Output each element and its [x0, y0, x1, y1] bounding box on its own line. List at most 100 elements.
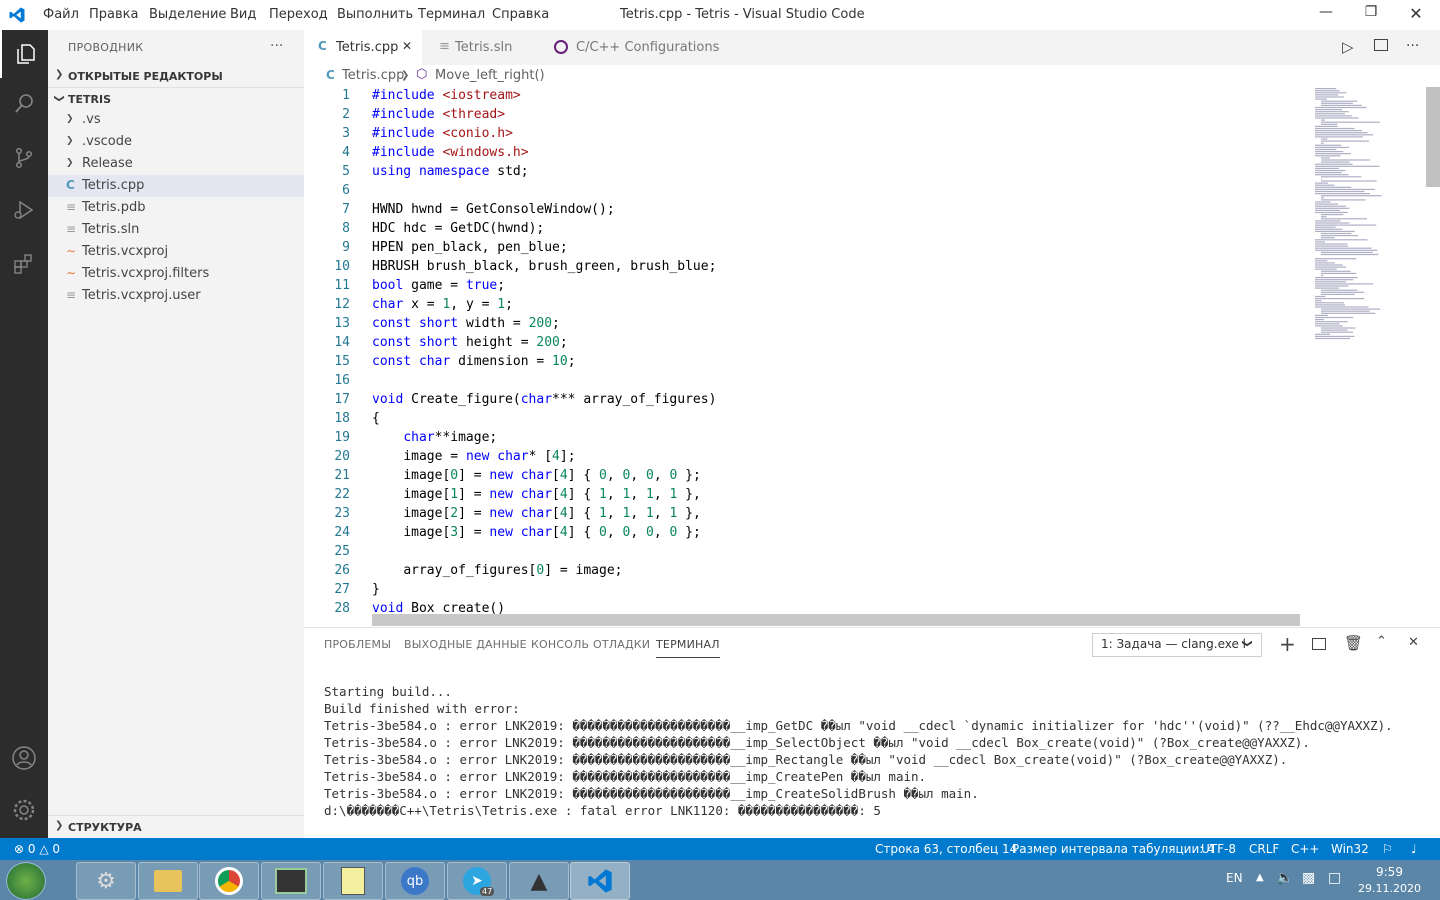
project-section[interactable]: ❯ TETRIS [48, 88, 304, 110]
code-line[interactable]: HPEN pen_black, pen_blue; [372, 240, 568, 255]
start-button[interactable] [6, 862, 46, 900]
minimize-button[interactable]: — [1306, 4, 1346, 26]
code-line[interactable]: HDC hdc = GetDC(hwnd); [372, 221, 544, 236]
source-control-button[interactable] [0, 134, 48, 182]
taskbar-settings[interactable]: ⚙ [76, 862, 136, 900]
tree-item-vscode[interactable]: ❯ .vscode [48, 131, 304, 153]
code-line[interactable]: #include <iostream> [372, 88, 521, 103]
menu-selection[interactable]: Выделение [149, 7, 226, 22]
code-line[interactable]: image[2] = new char[4] { 1, 1, 1, 1 }, [372, 506, 700, 521]
feedback-icon[interactable]: ⚐ [1382, 842, 1393, 856]
outline-section[interactable]: ❯ СТРУКТУРА [48, 816, 304, 838]
action-center-icon[interactable]: □ [1328, 870, 1341, 886]
code-line[interactable]: using namespace std; [372, 164, 529, 179]
run-debug-button[interactable] [0, 186, 48, 234]
restore-button[interactable]: ❐ [1351, 4, 1391, 26]
menu-go[interactable]: Переход [269, 7, 328, 22]
tree-item-tetris-sln[interactable]: ≡ Tetris.sln [48, 219, 304, 241]
minimap-slider[interactable] [1426, 87, 1440, 187]
platform[interactable]: Win32 [1331, 842, 1369, 856]
menu-edit[interactable]: Правка [89, 7, 138, 22]
taskbar-qbittorrent[interactable]: qb [385, 862, 445, 900]
new-terminal-icon[interactable]: + [1279, 632, 1296, 656]
close-icon[interactable]: ✕ [402, 39, 412, 53]
extensions-button[interactable] [0, 240, 48, 288]
taskbar-chrome[interactable] [199, 862, 259, 900]
language-mode[interactable]: C++ [1291, 842, 1320, 856]
tree-item-tetris-pdb[interactable]: ≡ Tetris.pdb [48, 197, 304, 219]
code-line[interactable]: const short height = 200; [372, 335, 568, 350]
network-icon[interactable]: ▩ [1302, 870, 1315, 886]
breadcrumb-file[interactable]: Tetris.cpp [342, 68, 404, 83]
panel-tab-terminal[interactable]: ТЕРМИНАЛ [656, 638, 720, 658]
cursor-position[interactable]: Строка 63, столбец 14 [875, 842, 1017, 856]
code-line[interactable]: image[1] = new char[4] { 1, 1, 1, 1 }, [372, 487, 700, 502]
clock-date[interactable]: 29.11.2020 [1358, 882, 1421, 895]
problems-indicator[interactable]: ⊗ 0 △ 0 [14, 842, 60, 856]
input-language[interactable]: EN [1226, 871, 1243, 885]
code-line[interactable]: const short width = 200; [372, 316, 560, 331]
tab-cpp-configurations[interactable]: C/C++ Configurations [540, 30, 731, 65]
tree-item-tetris-vcxproj-filters[interactable]: ∼ Tetris.vcxproj.filters [48, 263, 304, 285]
tab-tetris-cpp[interactable]: C Tetris.cpp ✕ [304, 30, 423, 65]
taskbar-vscode[interactable] [570, 862, 630, 900]
encoding[interactable]: UTF-8 [1201, 842, 1236, 856]
clock-time[interactable]: 9:59 [1376, 865, 1403, 879]
tree-item-release[interactable]: ❯ Release [48, 153, 304, 175]
code-line[interactable]: { [372, 411, 380, 426]
code-line[interactable]: HWND hwnd = GetConsoleWindow(); [372, 202, 615, 217]
more-actions-button[interactable]: ··· [270, 38, 283, 54]
close-panel-icon[interactable]: ✕ [1408, 635, 1419, 650]
code-line[interactable]: array_of_figures[0] = image; [372, 563, 622, 578]
code-line[interactable]: image = new char* [4]; [372, 449, 575, 464]
code-line[interactable]: void Create_figure(char*** array_of_figu… [372, 392, 716, 407]
code-line[interactable]: HBRUSH brush_black, brush_green, brush_b… [372, 259, 716, 274]
code-line[interactable]: #include <thread> [372, 107, 505, 122]
tray-expand-icon[interactable]: ▲ [1256, 872, 1264, 883]
volume-icon[interactable]: 🔈 [1276, 870, 1293, 886]
taskbar-explorer[interactable] [138, 862, 198, 900]
bell-icon[interactable]: ♩ [1411, 842, 1417, 856]
search-button[interactable] [0, 80, 48, 128]
code-line[interactable]: #include <conio.h> [372, 126, 513, 141]
close-button[interactable]: ✕ [1396, 4, 1436, 26]
panel-tab-output[interactable]: ВЫХОДНЫЕ ДАННЫЕ [404, 638, 527, 651]
tab-size[interactable]: Размер интервала табуляции: 4 [1012, 842, 1215, 856]
taskbar-app[interactable] [261, 862, 321, 900]
code-line[interactable]: image[3] = new char[4] { 0, 0, 0, 0 }; [372, 525, 700, 540]
code-line[interactable]: char x = 1, y = 1; [372, 297, 513, 312]
open-editors-section[interactable]: ❯ ОТКРЫТЫЕ РЕДАКТОРЫ [48, 65, 304, 87]
terminal-select[interactable]: 1: Задача — clang.exe l ❯ [1092, 633, 1262, 657]
more-actions-icon[interactable]: ··· [1406, 38, 1419, 54]
accounts-button[interactable] [0, 734, 48, 782]
tab-tetris-sln[interactable]: ≡ Tetris.sln [423, 30, 540, 65]
code-line[interactable]: bool game = true; [372, 278, 505, 293]
menu-view[interactable]: Вид [230, 7, 256, 22]
menu-run[interactable]: Выполнить [337, 7, 413, 22]
tree-item-tetris-cpp[interactable]: C Tetris.cpp [48, 175, 304, 197]
code-line[interactable]: const char dimension = 10; [372, 354, 576, 369]
code-line[interactable]: #include <windows.h> [372, 145, 529, 160]
run-icon[interactable]: ▷ [1342, 38, 1354, 56]
line-ending[interactable]: CRLF [1249, 842, 1279, 856]
taskbar-telegram[interactable]: ➤ 47 [447, 862, 507, 900]
split-terminal-icon[interactable] [1312, 638, 1326, 650]
breadcrumb-symbol[interactable]: Move_left_right() [435, 68, 545, 83]
menu-help[interactable]: Справка [492, 7, 549, 22]
code-line[interactable]: char**image; [372, 430, 497, 445]
taskbar-notepad[interactable] [323, 862, 383, 900]
taskbar-app-2[interactable]: ▲ [509, 862, 569, 900]
panel-tab-problems[interactable]: ПРОБЛЕМЫ [324, 638, 391, 651]
split-editor-icon[interactable] [1374, 39, 1388, 51]
maximize-panel-icon[interactable]: ⌃ [1376, 634, 1387, 649]
panel-tab-debug-console[interactable]: КОНСОЛЬ ОТЛАДКИ [531, 638, 650, 651]
trash-icon[interactable]: 🗑 [1344, 634, 1363, 652]
code-editor[interactable]: #include <iostream> #include <thread> #inc… [372, 87, 1302, 627]
tree-item-vs[interactable]: ❯ .vs [48, 109, 304, 131]
tree-item-tetris-vcxproj[interactable]: ∼ Tetris.vcxproj [48, 241, 304, 263]
code-line[interactable]: } [372, 582, 380, 597]
explorer-button[interactable] [0, 30, 50, 78]
code-line[interactable]: image[0] = new char[4] { 0, 0, 0, 0 }; [372, 468, 700, 483]
manage-button[interactable] [0, 786, 48, 834]
menu-terminal[interactable]: Терминал [418, 7, 485, 22]
